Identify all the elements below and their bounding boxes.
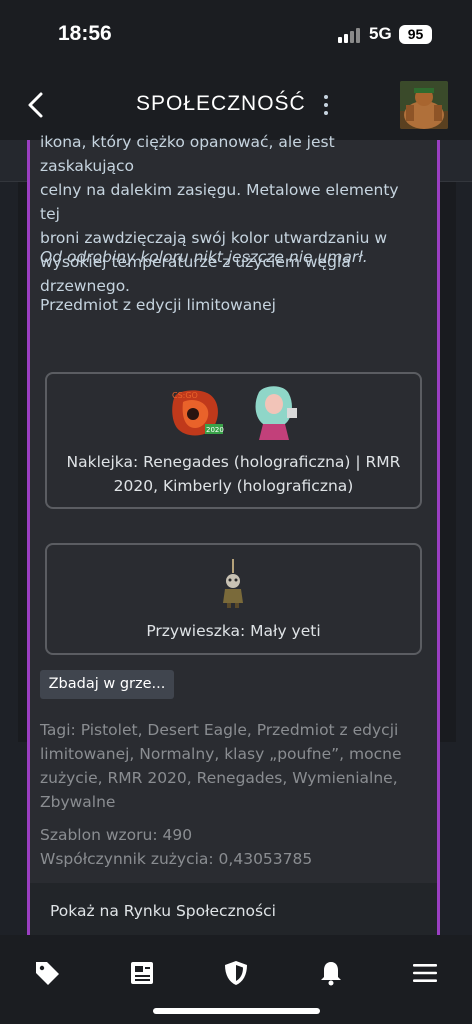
status-bar: 18:56 5G 95 [0, 0, 472, 70]
description-line: ikona, który ciężko opanować, ale jest z… [40, 133, 335, 175]
tag-icon[interactable] [33, 959, 61, 987]
avatar-image [400, 81, 448, 129]
renegades-sticker-icon: CS:GO 2020 [172, 390, 224, 436]
svg-text:CS:GO: CS:GO [172, 391, 198, 400]
back-button[interactable] [22, 90, 52, 120]
tags-line: limitowanej, Normalny, klasy „poufne”, m… [40, 745, 402, 763]
stickers-box: CS:GO 2020 Naklejka: Renegades (holograf… [45, 372, 422, 509]
status-time: 18:56 [58, 22, 112, 45]
signal-icon [338, 27, 362, 43]
home-indicator [153, 1008, 320, 1014]
tags-line: zużycie, RMR 2020, Renegades, Wymienialn… [40, 769, 398, 787]
item-tags: Tagi: Pistolet, Desert Eagle, Przedmiot … [40, 718, 412, 814]
wear-value: Współczynnik zużycia: 0,43053785 [40, 850, 313, 868]
network-type: 5G [369, 24, 392, 43]
menu-icon[interactable] [411, 959, 439, 987]
battery-icon: 95 [399, 25, 432, 44]
more-options-button[interactable] [318, 92, 334, 118]
view-in-market-link[interactable]: Pokaż na Rynku Społeczności [30, 883, 437, 935]
stickers-label: Naklejka: Renegades (holograficzna) | RM… [66, 453, 401, 471]
description-line: celny na dalekim zasięgu. Metalowe eleme… [40, 181, 399, 223]
news-icon[interactable] [128, 959, 156, 987]
tags-line: Zbywalne [40, 793, 116, 811]
chevron-left-icon [28, 92, 43, 118]
avatar[interactable] [400, 81, 448, 129]
svg-text:2020: 2020 [206, 426, 224, 434]
inspect-in-game-button[interactable]: Zbadaj w grze... [40, 670, 174, 699]
description-line: broni zawdzięczają swój kolor utwardzani… [40, 229, 388, 247]
bell-icon[interactable] [317, 959, 345, 987]
kimberly-sticker-icon [255, 386, 297, 440]
charm-label: Przywieszka: Mały yeti [146, 622, 321, 640]
charm-box: Przywieszka: Mały yeti [45, 543, 422, 655]
item-quote: Od odrobiny koloru nikt jeszcze nie umar… [40, 248, 368, 266]
yeti-charm-icon [223, 559, 243, 608]
market-link-label: Pokaż na Rynku Społeczności [50, 902, 276, 920]
pattern-template: Szablon wzoru: 490 [40, 826, 193, 844]
shield-icon[interactable] [222, 959, 250, 987]
tags-line: Tagi: Pistolet, Desert Eagle, Przedmiot … [40, 721, 399, 739]
item-edition: Przedmiot z edycji limitowanej [40, 296, 276, 314]
stickers-label: 2020, Kimberly (holograficzna) [113, 477, 354, 495]
page-title: SPOŁECZNOŚĆ [136, 92, 306, 115]
item-description: ikona, który ciężko opanować, ale jest z… [40, 130, 420, 298]
